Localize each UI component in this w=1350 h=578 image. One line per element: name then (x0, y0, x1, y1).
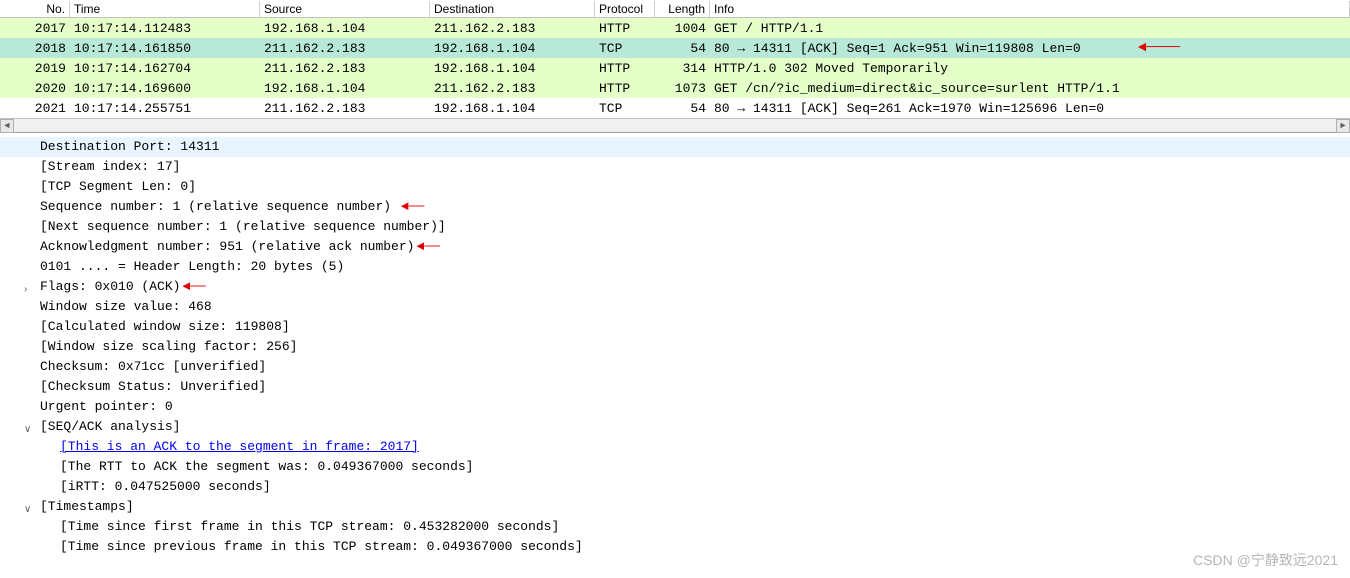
cell-source: 192.168.1.104 (260, 20, 430, 37)
cell-time: 10:17:14.161850 (70, 40, 260, 57)
cell-time: 10:17:14.169600 (70, 80, 260, 97)
detail-window-size[interactable]: Window size value: 468 (0, 297, 1350, 317)
cell-no: 2017 (0, 20, 70, 37)
cell-info: GET /cn/?ic_medium=direct&ic_source=surl… (710, 80, 1350, 97)
cell-protocol: TCP (595, 100, 655, 117)
frame-link[interactable]: [This is an ACK to the segment in frame:… (60, 439, 419, 454)
col-header-no[interactable]: No. (0, 1, 70, 17)
cell-protocol: TCP (595, 40, 655, 57)
col-header-info[interactable]: Info (710, 1, 1350, 17)
cell-destination: 192.168.1.104 (430, 60, 595, 77)
scroll-left-button[interactable]: ◄ (0, 119, 14, 133)
packet-row[interactable]: 201710:17:14.112483192.168.1.104211.162.… (0, 18, 1350, 38)
detail-flags[interactable]: › Flags: 0x010 (ACK)◄── (0, 277, 1350, 297)
detail-ack-frame-link[interactable]: [This is an ACK to the segment in frame:… (0, 437, 1350, 457)
cell-no: 2021 (0, 100, 70, 117)
cell-protocol: HTTP (595, 60, 655, 77)
packet-details-pane: Destination Port: 14311 [Stream index: 1… (0, 133, 1350, 561)
cell-destination: 192.168.1.104 (430, 40, 595, 57)
detail-checksum-status[interactable]: [Checksum Status: Unverified] (0, 377, 1350, 397)
watermark-text: CSDN @宁静致远2021 (1193, 550, 1338, 570)
cell-info: HTTP/1.0 302 Moved Temporarily (710, 60, 1350, 77)
expand-toggle-icon[interactable]: › (24, 280, 36, 292)
cell-destination: 211.162.2.183 (430, 20, 595, 37)
cell-info: 80 → 14311 [ACK] Seq=1 Ack=951 Win=11980… (710, 40, 1350, 57)
detail-seq-ack-analysis[interactable]: ∨ [SEQ/ACK analysis] (0, 417, 1350, 437)
cell-no: 2020 (0, 80, 70, 97)
cell-no: 2019 (0, 60, 70, 77)
cell-time: 10:17:14.255751 (70, 100, 260, 117)
detail-destination-port[interactable]: Destination Port: 14311 (0, 137, 1350, 157)
cell-destination: 192.168.1.104 (430, 100, 595, 117)
cell-protocol: HTTP (595, 80, 655, 97)
packet-list-pane: No. Time Source Destination Protocol Len… (0, 0, 1350, 133)
cell-source: 211.162.2.183 (260, 60, 430, 77)
cell-length: 54 (655, 100, 710, 117)
col-header-destination[interactable]: Destination (430, 1, 595, 17)
packet-rows-container: 201710:17:14.112483192.168.1.104211.162.… (0, 18, 1350, 118)
detail-ack-number[interactable]: Acknowledgment number: 951 (relative ack… (0, 237, 1350, 257)
detail-time-first-frame[interactable]: [Time since first frame in this TCP stre… (0, 517, 1350, 537)
detail-sequence-number[interactable]: Sequence number: 1 (relative sequence nu… (0, 197, 1350, 217)
col-header-time[interactable]: Time (70, 1, 260, 17)
cell-length: 54 (655, 40, 710, 57)
detail-header-length[interactable]: 0101 .... = Header Length: 20 bytes (5) (0, 257, 1350, 277)
detail-rtt[interactable]: [The RTT to ACK the segment was: 0.04936… (0, 457, 1350, 477)
detail-time-prev-frame[interactable]: [Time since previous frame in this TCP s… (0, 537, 1350, 557)
cell-info: 80 → 14311 [ACK] Seq=261 Ack=1970 Win=12… (710, 100, 1350, 117)
detail-calc-window[interactable]: [Calculated window size: 119808] (0, 317, 1350, 337)
annotation-arrow-icon: ◄── (182, 279, 205, 294)
cell-length: 1004 (655, 20, 710, 37)
detail-stream-index[interactable]: [Stream index: 17] (0, 157, 1350, 177)
cell-time: 10:17:14.112483 (70, 20, 260, 37)
cell-source: 192.168.1.104 (260, 80, 430, 97)
detail-next-sequence[interactable]: [Next sequence number: 1 (relative seque… (0, 217, 1350, 237)
detail-checksum[interactable]: Checksum: 0x71cc [unverified] (0, 357, 1350, 377)
packet-row[interactable]: 202010:17:14.169600192.168.1.104211.162.… (0, 78, 1350, 98)
col-header-length[interactable]: Length (655, 1, 710, 17)
horizontal-scrollbar[interactable]: ◄ ► (0, 118, 1350, 132)
collapse-toggle-icon[interactable]: ∨ (24, 420, 36, 432)
detail-irtt[interactable]: [iRTT: 0.047525000 seconds] (0, 477, 1350, 497)
col-header-source[interactable]: Source (260, 1, 430, 17)
detail-urgent-pointer[interactable]: Urgent pointer: 0 (0, 397, 1350, 417)
annotation-arrow-icon: ◄── (416, 239, 439, 254)
scroll-right-button[interactable]: ► (1336, 119, 1350, 133)
detail-tcp-segment-len[interactable]: [TCP Segment Len: 0] (0, 177, 1350, 197)
cell-no: 2018 (0, 40, 70, 57)
cell-length: 1073 (655, 80, 710, 97)
detail-timestamps[interactable]: ∨ [Timestamps] (0, 497, 1350, 517)
detail-window-scale[interactable]: [Window size scaling factor: 256] (0, 337, 1350, 357)
cell-source: 211.162.2.183 (260, 100, 430, 117)
annotation-arrow-icon: ◄──── (1138, 40, 1180, 56)
cell-info: GET / HTTP/1.1 (710, 20, 1350, 37)
col-header-protocol[interactable]: Protocol (595, 1, 655, 17)
packet-row[interactable]: 201810:17:14.161850211.162.2.183192.168.… (0, 38, 1350, 58)
cell-destination: 211.162.2.183 (430, 80, 595, 97)
cell-source: 211.162.2.183 (260, 40, 430, 57)
packet-row[interactable]: 201910:17:14.162704211.162.2.183192.168.… (0, 58, 1350, 78)
packet-header-row: No. Time Source Destination Protocol Len… (0, 0, 1350, 18)
collapse-toggle-icon[interactable]: ∨ (24, 500, 36, 512)
annotation-arrow-icon: ◄── (393, 199, 424, 214)
cell-protocol: HTTP (595, 20, 655, 37)
cell-length: 314 (655, 60, 710, 77)
cell-time: 10:17:14.162704 (70, 60, 260, 77)
packet-row[interactable]: 202110:17:14.255751211.162.2.183192.168.… (0, 98, 1350, 118)
